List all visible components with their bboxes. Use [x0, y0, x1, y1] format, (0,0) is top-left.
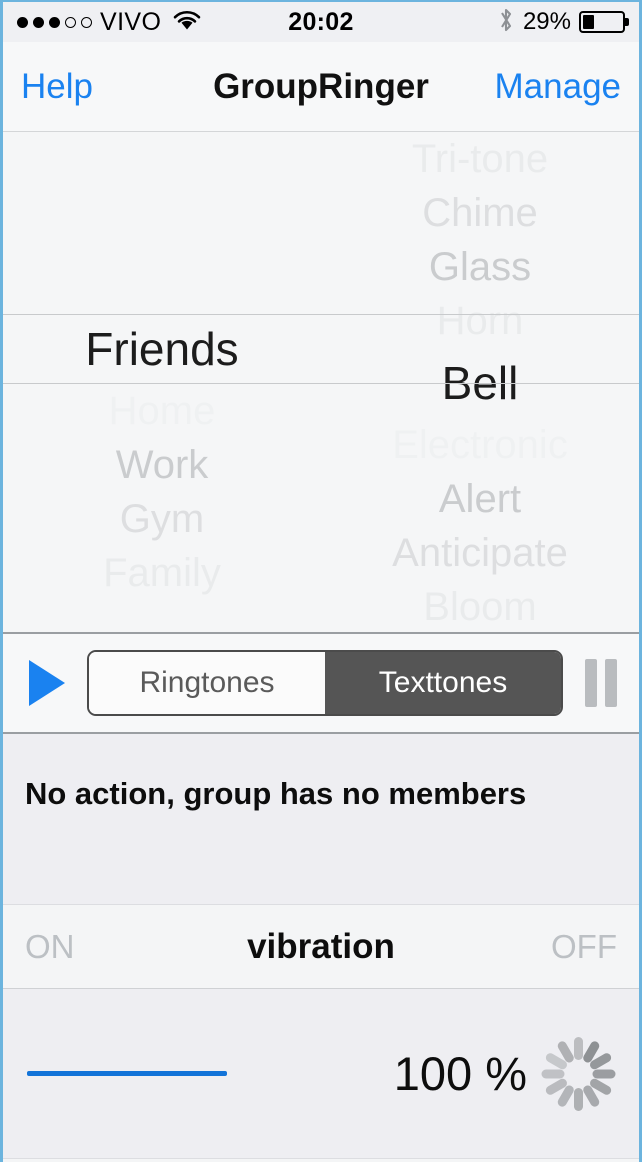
picker-option[interactable]: Work	[3, 438, 321, 492]
picker-option[interactable]: Horn	[321, 294, 639, 348]
volume-slider[interactable]	[27, 989, 394, 1158]
volume-percent-label: 100 %	[393, 1047, 527, 1100]
picker-option[interactable]: Tri-tone	[321, 132, 639, 186]
picker-option[interactable]: Chime	[321, 186, 639, 240]
pause-icon[interactable]	[581, 659, 617, 707]
play-icon[interactable]	[25, 659, 69, 707]
wifi-icon	[172, 9, 202, 36]
segment-ringtones[interactable]: Ringtones	[89, 652, 325, 714]
battery-icon	[579, 11, 625, 33]
picker-option[interactable]: Bloom	[321, 580, 639, 632]
picker-selected-option-group[interactable]: Friends	[3, 314, 321, 384]
vibration-on-button[interactable]: ON	[25, 928, 75, 966]
transport-row: Ringtones Texttones	[3, 634, 639, 734]
spinner-spoke	[573, 1036, 583, 1060]
status-bar-left: VIVO	[17, 8, 202, 37]
picker-column-tones[interactable]: Tri-tone Chime Glass Horn Bell Electronic Aler…	[321, 132, 639, 632]
volume-row: 100 %	[3, 989, 639, 1159]
volume-slider-track	[27, 1071, 227, 1076]
status-message: No action, group has no members	[25, 776, 527, 811]
picker-option[interactable]: Glass	[321, 240, 639, 294]
picker-option[interactable]: Anticipate	[321, 526, 639, 580]
signal-strength-icon	[17, 16, 92, 28]
activity-spinner-icon	[541, 1036, 615, 1111]
status-message-section: No action, group has no members	[3, 734, 639, 905]
vibration-row: ON vibration OFF	[3, 905, 639, 989]
picker-column-groups[interactable]: Friends Home Work Gym Family	[3, 132, 321, 632]
help-button[interactable]: Help	[21, 67, 93, 107]
segment-texttones[interactable]: Texttones	[325, 652, 561, 714]
status-bar-right: 29%	[497, 6, 625, 39]
spinner-spoke	[573, 1087, 583, 1111]
battery-percent-label: 29%	[522, 8, 571, 35]
status-bar: VIVO 20:02 29%	[3, 2, 639, 42]
picker-option[interactable]: Electronic	[321, 418, 639, 472]
vibration-label: vibration	[247, 926, 395, 966]
tone-type-segmented-control[interactable]: Ringtones Texttones	[87, 650, 563, 716]
tone-picker[interactable]: Friends Home Work Gym Family Tri-tone Chime Gl…	[3, 132, 639, 634]
spinner-spoke	[541, 1069, 564, 1078]
picker-option[interactable]: Family	[3, 546, 321, 600]
bluetooth-icon	[497, 6, 515, 39]
navigation-bar: Help GroupRinger Manage	[3, 42, 639, 132]
manage-button[interactable]: Manage	[495, 67, 621, 107]
vibration-off-button[interactable]: OFF	[551, 928, 617, 966]
app-screen: VIVO 20:02 29% Help GroupRinger Manage F…	[0, 0, 642, 1162]
carrier-label: VIVO	[100, 7, 162, 36]
picker-selected-option-tone[interactable]: Bell	[321, 348, 639, 418]
spinner-spoke	[592, 1069, 615, 1078]
picker-option[interactable]: Gym	[3, 492, 321, 546]
picker-option[interactable]: Home	[3, 384, 321, 438]
picker-option[interactable]: Alert	[321, 472, 639, 526]
